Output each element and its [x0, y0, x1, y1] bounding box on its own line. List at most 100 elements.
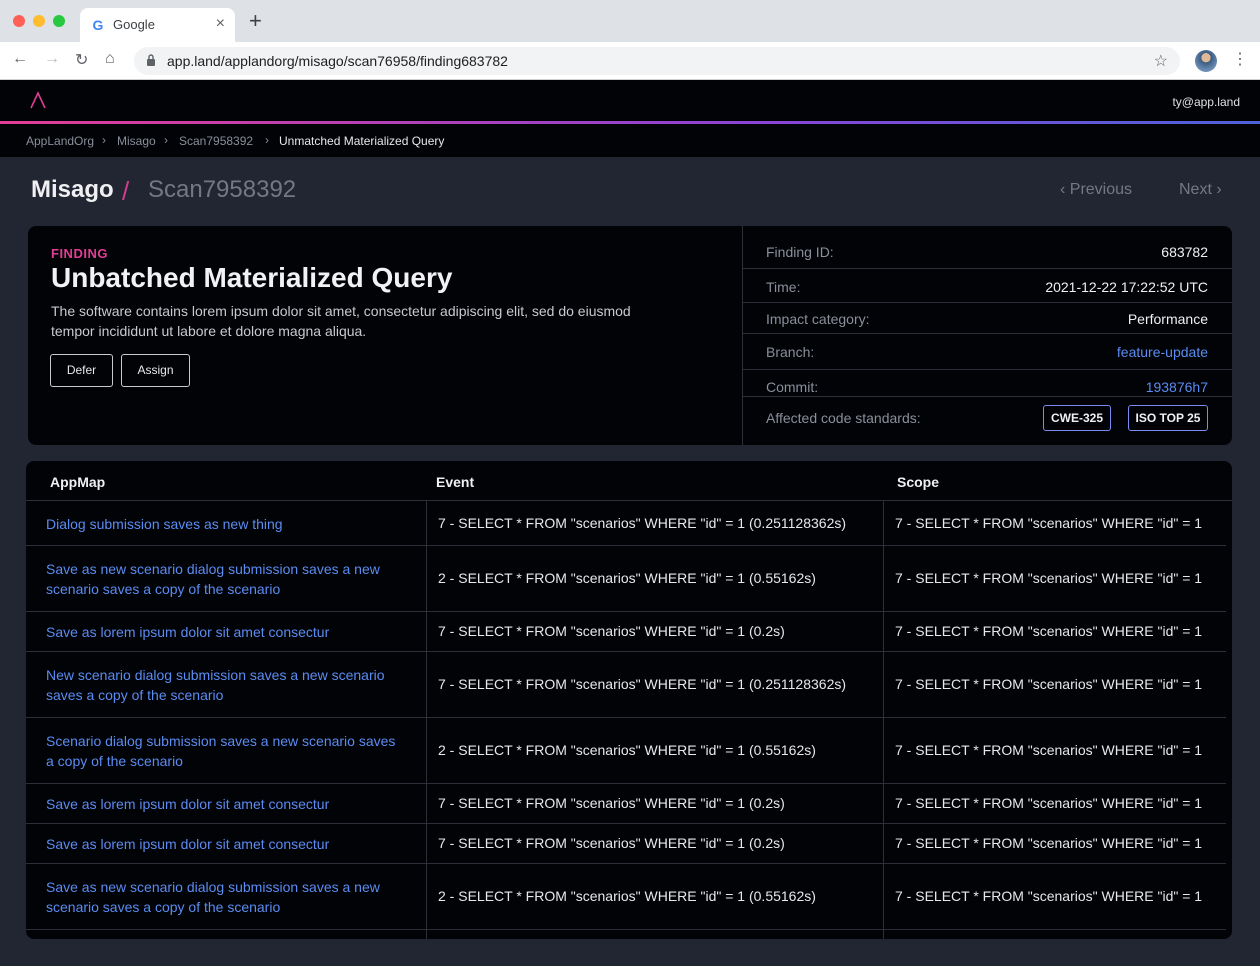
event-cell[interactable]: 2 - SELECT * FROM "scenarios" WHERE "id"… — [438, 888, 816, 904]
standard-badge[interactable]: ISO TOP 25 — [1128, 405, 1208, 431]
finding-id-value: 683782 — [1161, 244, 1208, 260]
tab-close-icon[interactable]: × — [216, 15, 225, 33]
chevron-right-icon: › — [102, 133, 106, 147]
browser-tab[interactable]: G Google × — [80, 8, 235, 42]
table-row: Save as lorem ipsum dolor sit amet conse… — [26, 612, 1226, 652]
browser-toolbar: ← → ↻ ⌂ app.land/applandorg/misago/scan7… — [0, 42, 1260, 80]
appmap-link[interactable]: Save as lorem ipsum dolor sit amet conse… — [46, 834, 406, 854]
finding-label: FINDING — [51, 246, 108, 261]
next-label: Next — [1179, 181, 1212, 198]
reload-icon[interactable]: ↻ — [75, 50, 88, 70]
table-row: Save as lorem ipsum dolor sit amet conse… — [26, 784, 1226, 824]
meta-label: Time: — [766, 279, 801, 295]
scope-cell[interactable]: 7 - SELECT * FROM "scenarios" WHERE "id"… — [895, 515, 1202, 531]
event-cell[interactable]: 7 - SELECT * FROM "scenarios" WHERE "id"… — [438, 835, 785, 851]
close-window-button[interactable] — [13, 15, 25, 27]
breadcrumb-current: Unmatched Materialized Query — [279, 134, 445, 148]
url-text[interactable]: app.land/applandorg/misago/scan76958/fin… — [167, 53, 508, 69]
finding-title: Unbatched Materialized Query — [51, 262, 453, 293]
meta-row-branch: Branch: feature-update — [742, 334, 1232, 370]
breadcrumb: AppLandOrg › Misago › Scan7958392 › Unma… — [0, 124, 1260, 157]
appmap-link[interactable]: Save as lorem ipsum dolor sit amet conse… — [46, 622, 406, 642]
commit-link[interactable]: 193876h7 — [1146, 379, 1208, 395]
previous-label: Previous — [1069, 181, 1133, 198]
scope-cell[interactable]: 7 - SELECT * FROM "scenarios" WHERE "id"… — [895, 623, 1202, 639]
event-cell[interactable]: 7 - SELECT * FROM "scenarios" WHERE "id"… — [438, 623, 785, 639]
event-cell[interactable]: 2 - SELECT * FROM "scenarios" WHERE "id"… — [438, 742, 816, 758]
tab-title: Google — [113, 17, 155, 32]
scope-cell[interactable]: 7 - SELECT * FROM "scenarios" WHERE "id"… — [895, 570, 1202, 586]
meta-row-finding-id: Finding ID: 683782 — [742, 226, 1232, 269]
scope-cell[interactable]: 7 - SELECT * FROM "scenarios" WHERE "id"… — [895, 835, 1202, 851]
appmap-link[interactable]: Save as lorem ipsum dolor sit amet conse… — [46, 794, 406, 814]
appmap-link[interactable]: Dialog submission saves as new thing — [46, 514, 406, 534]
project-title[interactable]: Misago — [31, 176, 114, 204]
scope-cell[interactable]: 7 - SELECT * FROM "scenarios" WHERE "id"… — [895, 676, 1202, 692]
scope-cell[interactable]: 7 - SELECT * FROM "scenarios" WHERE "id"… — [895, 742, 1202, 758]
standards-label: Affected code standards: — [766, 410, 921, 426]
chevron-right-icon: › — [164, 133, 168, 147]
event-cell[interactable]: 7 - SELECT * FROM "scenarios" WHERE "id"… — [438, 676, 846, 692]
app-header: ty@app.land — [0, 80, 1260, 121]
standard-badge[interactable]: CWE-325 — [1043, 405, 1111, 431]
table-row: Save as new scenario dialog submission s… — [26, 864, 1226, 930]
finding-card: FINDING Unbatched Materialized Query The… — [28, 226, 1232, 445]
defer-button[interactable]: Defer — [50, 354, 113, 387]
breadcrumb-org[interactable]: AppLandOrg — [26, 134, 94, 148]
table-row: New scenario dialog submission saves a n… — [26, 652, 1226, 718]
next-link[interactable]: Next › — [1179, 181, 1222, 199]
breadcrumb-scan[interactable]: Scan7958392 — [179, 134, 253, 148]
meta-label: Finding ID: — [766, 244, 834, 260]
column-header-scope[interactable]: Scope — [897, 474, 939, 490]
table-row: Save as lorem ipsum dolor sit amet conse… — [26, 824, 1226, 864]
chevron-right-icon: › — [1211, 181, 1222, 198]
appmap-link[interactable]: New scenario dialog submission saves a n… — [46, 665, 406, 705]
previous-link[interactable]: ‹ Previous — [1060, 181, 1132, 199]
scan-title[interactable]: Scan7958392 — [148, 176, 296, 204]
branch-link[interactable]: feature-update — [1117, 344, 1208, 360]
new-tab-plus-icon[interactable]: + — [249, 10, 262, 32]
table-row: Scenario dialog submission saves a new s… — [26, 718, 1226, 784]
appland-logo-icon[interactable] — [28, 90, 48, 110]
home-icon[interactable]: ⌂ — [105, 50, 115, 68]
title-separator: / — [122, 176, 130, 206]
meta-row-impact: Impact category: Performance — [742, 303, 1232, 334]
table-row: Dialog submission saves as new thing 7 -… — [26, 501, 1226, 546]
chevron-left-icon: ‹ — [1060, 181, 1070, 198]
browser-tab-bar: G Google × + — [0, 0, 1260, 42]
google-favicon-icon: G — [92, 17, 104, 33]
column-header-event[interactable]: Event — [436, 474, 474, 490]
lock-icon — [147, 54, 155, 66]
meta-label: Branch: — [766, 344, 815, 360]
user-email[interactable]: ty@app.land — [1172, 95, 1240, 109]
appmap-link[interactable]: Save as new scenario dialog submission s… — [46, 877, 406, 917]
finding-description: The software contains lorem ipsum dolor … — [51, 303, 631, 339]
kebab-menu-icon[interactable]: ⋮ — [1232, 50, 1248, 70]
minimize-window-button[interactable] — [33, 15, 45, 27]
event-cell[interactable]: 7 - SELECT * FROM "scenarios" WHERE "id"… — [438, 515, 846, 531]
meta-label: Impact category: — [766, 311, 870, 327]
back-arrow-icon[interactable]: ← — [12, 50, 28, 68]
column-header-appmap[interactable]: AppMap — [50, 474, 105, 490]
table-row: Save as new scenario dialog submission s… — [26, 546, 1226, 612]
appmap-link[interactable]: Scenario dialog submission saves a new s… — [46, 731, 406, 771]
bookmark-star-icon[interactable]: ☆ — [1154, 51, 1168, 71]
scope-cell[interactable]: 7 - SELECT * FROM "scenarios" WHERE "id"… — [895, 888, 1202, 904]
event-cell[interactable]: 7 - SELECT * FROM "scenarios" WHERE "id"… — [438, 795, 785, 811]
forward-arrow-icon[interactable]: → — [44, 50, 60, 68]
scope-cell[interactable]: 7 - SELECT * FROM "scenarios" WHERE "id"… — [895, 795, 1202, 811]
address-bar[interactable]: app.land/applandorg/misago/scan76958/fin… — [134, 47, 1180, 75]
profile-avatar[interactable] — [1195, 50, 1217, 72]
time-value: 2021-12-22 17:22:52 UTC — [1045, 279, 1208, 295]
impact-value: Performance — [1127, 311, 1208, 327]
meta-label: Commit: — [766, 379, 819, 395]
maximize-window-button[interactable] — [53, 15, 65, 27]
meta-row-commit: Commit: 193876h7 — [742, 370, 1232, 397]
assign-button[interactable]: Assign — [121, 354, 190, 387]
event-cell[interactable]: 2 - SELECT * FROM "scenarios" WHERE "id"… — [438, 570, 816, 586]
chevron-right-icon: › — [265, 133, 269, 147]
appmap-link[interactable]: Save as new scenario dialog submission s… — [46, 559, 406, 599]
breadcrumb-project[interactable]: Misago — [117, 134, 156, 148]
appmap-table: AppMap Event Scope Dialog submission sav… — [26, 461, 1232, 939]
meta-row-time: Time: 2021-12-22 17:22:52 UTC — [742, 269, 1232, 303]
